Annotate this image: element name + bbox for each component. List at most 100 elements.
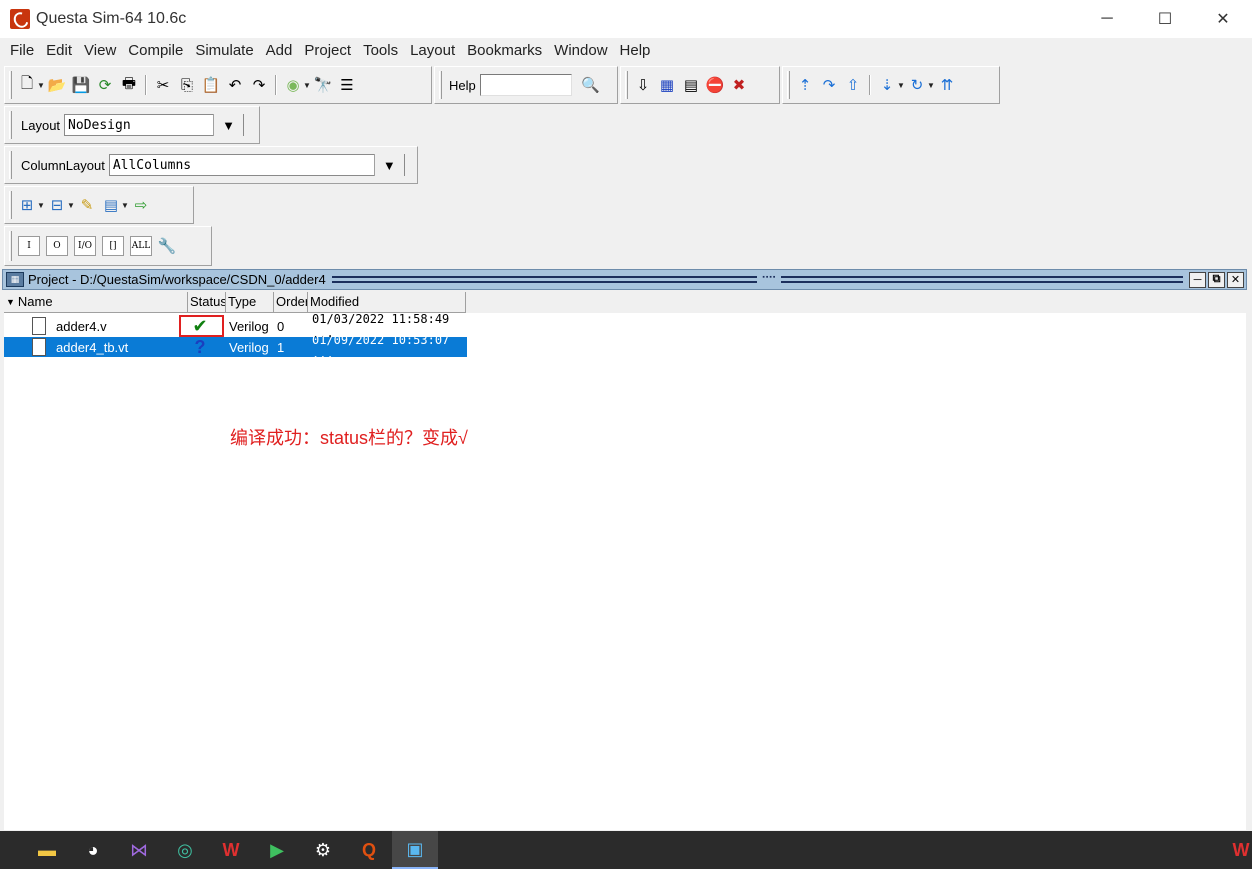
- undock-pane-button[interactable]: ⧉: [1208, 271, 1225, 288]
- menu-simulate[interactable]: Simulate: [189, 38, 259, 64]
- filter-output-button[interactable]: O: [46, 236, 68, 256]
- menu-window[interactable]: Window: [548, 38, 613, 64]
- menu-edit[interactable]: Edit: [40, 38, 78, 64]
- chevron-down-icon[interactable]: ▼: [37, 81, 45, 90]
- chevron-down-icon[interactable]: ▼: [121, 201, 129, 210]
- toolbar-separator: [275, 75, 277, 95]
- chevron-down-icon[interactable]: ▼: [897, 81, 905, 90]
- chevron-down-icon[interactable]: ▼: [373, 154, 404, 176]
- column-status[interactable]: Status: [188, 292, 226, 313]
- file-explorer-icon[interactable]: ▬: [24, 831, 70, 869]
- column-order[interactable]: Order: [274, 292, 308, 313]
- project-settings-icon[interactable]: ⊟: [46, 194, 68, 216]
- find-target-icon[interactable]: ◉: [282, 74, 304, 96]
- edge-icon[interactable]: ◎: [162, 831, 208, 869]
- layout-select[interactable]: NoDesign ▼: [64, 114, 245, 136]
- toolbar-grip[interactable]: [625, 71, 628, 99]
- maximize-button[interactable]: ☐: [1136, 0, 1194, 38]
- menu-bookmarks[interactable]: Bookmarks: [461, 38, 548, 64]
- wrench-icon[interactable]: 🔧: [156, 235, 178, 257]
- file-type: Verilog: [229, 339, 269, 355]
- break-icon[interactable]: ⛔: [704, 74, 726, 96]
- menu-help[interactable]: Help: [614, 38, 657, 64]
- help-search-icon[interactable]: 🔍: [580, 74, 602, 96]
- visual-studio-icon[interactable]: ⋈: [116, 831, 162, 869]
- window-controls: ─ ☐ ✕: [1078, 0, 1252, 38]
- compile-success-annotation: 编译成功：status栏的？变成√: [230, 428, 468, 448]
- menu-project[interactable]: Project: [298, 38, 357, 64]
- stop-icon[interactable]: ✖: [728, 74, 750, 96]
- standard-toolbar: 🗋 ▼ 📂 💾 ⟳ 🖶 ✂ ⎘ 📋 ↶ ↷ ◉ ▼ 🔭 ☰: [4, 66, 432, 104]
- chevron-down-icon[interactable]: ▼: [303, 81, 311, 90]
- minimize-button[interactable]: ─: [1078, 0, 1136, 38]
- undo-icon[interactable]: ↶: [224, 74, 246, 96]
- compile-icon[interactable]: ⇩: [632, 74, 654, 96]
- project-pane-icon: ▦: [6, 272, 24, 287]
- media-player-icon[interactable]: ▶: [254, 831, 300, 869]
- toolbar-grip[interactable]: [439, 71, 442, 99]
- format-icon[interactable]: ☰: [336, 74, 358, 96]
- minimize-pane-button[interactable]: ─: [1189, 271, 1206, 288]
- menu-tools[interactable]: Tools: [357, 38, 404, 64]
- reload-icon[interactable]: ⟳: [94, 74, 116, 96]
- toolbar-grip[interactable]: [9, 111, 12, 139]
- simulate-icon[interactable]: ▤: [680, 74, 702, 96]
- close-button[interactable]: ✕: [1194, 0, 1252, 38]
- pane-drag-bar[interactable]: ▪▪▪▪: [331, 274, 1183, 285]
- save-icon[interactable]: 💾: [70, 74, 92, 96]
- step-continue-icon[interactable]: ↻: [906, 74, 928, 96]
- toolbar-grip[interactable]: [9, 191, 12, 219]
- cut-icon[interactable]: ✂: [152, 74, 174, 96]
- step-over-icon[interactable]: ↷: [818, 74, 840, 96]
- pane-grip-icon[interactable]: ▪▪▪▪: [757, 274, 782, 285]
- menu-layout[interactable]: Layout: [404, 38, 461, 64]
- menu-view[interactable]: View: [78, 38, 122, 64]
- chevron-down-icon[interactable]: ▼: [37, 201, 45, 210]
- column-name[interactable]: ▼ Name: [4, 292, 188, 313]
- binoculars-icon[interactable]: 🔭: [312, 74, 334, 96]
- edit-project-icon[interactable]: ✎: [76, 194, 98, 216]
- open-folder-icon[interactable]: 📂: [46, 74, 68, 96]
- step-up-icon[interactable]: ⇈: [936, 74, 958, 96]
- menu-compile[interactable]: Compile: [122, 38, 189, 64]
- toolbar-grip[interactable]: [9, 231, 12, 261]
- toolbar-grip[interactable]: [787, 71, 790, 99]
- settings-icon[interactable]: ⚙: [300, 831, 346, 869]
- column-layout-select[interactable]: AllColumns ▼: [108, 154, 405, 176]
- paste-icon[interactable]: 📋: [200, 74, 222, 96]
- column-type[interactable]: Type: [226, 292, 274, 313]
- filter-internal-button[interactable]: []: [102, 236, 124, 256]
- new-file-icon[interactable]: 🗋: [16, 74, 38, 96]
- chevron-down-icon[interactable]: ▼: [927, 81, 935, 90]
- column-menu-icon[interactable]: ▼: [6, 292, 15, 312]
- toolbar-grip[interactable]: [9, 151, 12, 179]
- filter-all-button[interactable]: ALL: [130, 236, 152, 256]
- column-modified[interactable]: Modified: [308, 292, 466, 313]
- wps-tray-icon[interactable]: W: [1230, 831, 1252, 869]
- menu-file[interactable]: File: [4, 38, 40, 64]
- help-search-input[interactable]: [479, 74, 572, 96]
- app-icon[interactable]: ▣: [392, 831, 438, 869]
- wps-icon[interactable]: W: [208, 831, 254, 869]
- qq-icon[interactable]: ◕: [70, 831, 116, 869]
- import-icon[interactable]: ⇨: [130, 194, 152, 216]
- questa-icon[interactable]: Q: [346, 831, 392, 869]
- close-pane-button[interactable]: ✕: [1227, 271, 1244, 288]
- filter-inout-button[interactable]: I/O: [74, 236, 96, 256]
- step-into-icon[interactable]: ⇣: [876, 74, 898, 96]
- menu-add[interactable]: Add: [260, 38, 299, 64]
- filter-input-button[interactable]: I: [18, 236, 40, 256]
- step-out-icon[interactable]: ⇧: [842, 74, 864, 96]
- project-row-adder4-tb-vt[interactable]: adder4_tb.vt ? Verilog 1 01/09/2022 10:5…: [4, 333, 467, 361]
- status-highlight-box: [179, 315, 224, 337]
- redo-icon[interactable]: ↷: [248, 74, 270, 96]
- compile-all-icon[interactable]: ▦: [656, 74, 678, 96]
- add-to-project-icon[interactable]: ⊞: [16, 194, 38, 216]
- chevron-down-icon[interactable]: ▼: [213, 114, 244, 136]
- print-icon[interactable]: 🖶: [118, 74, 140, 96]
- chevron-down-icon[interactable]: ▼: [67, 201, 75, 210]
- copy-icon[interactable]: ⎘: [176, 74, 198, 96]
- project-list-icon[interactable]: ▤: [100, 194, 122, 216]
- toolbar-grip[interactable]: [9, 71, 12, 99]
- step-icon[interactable]: ⇡: [794, 74, 816, 96]
